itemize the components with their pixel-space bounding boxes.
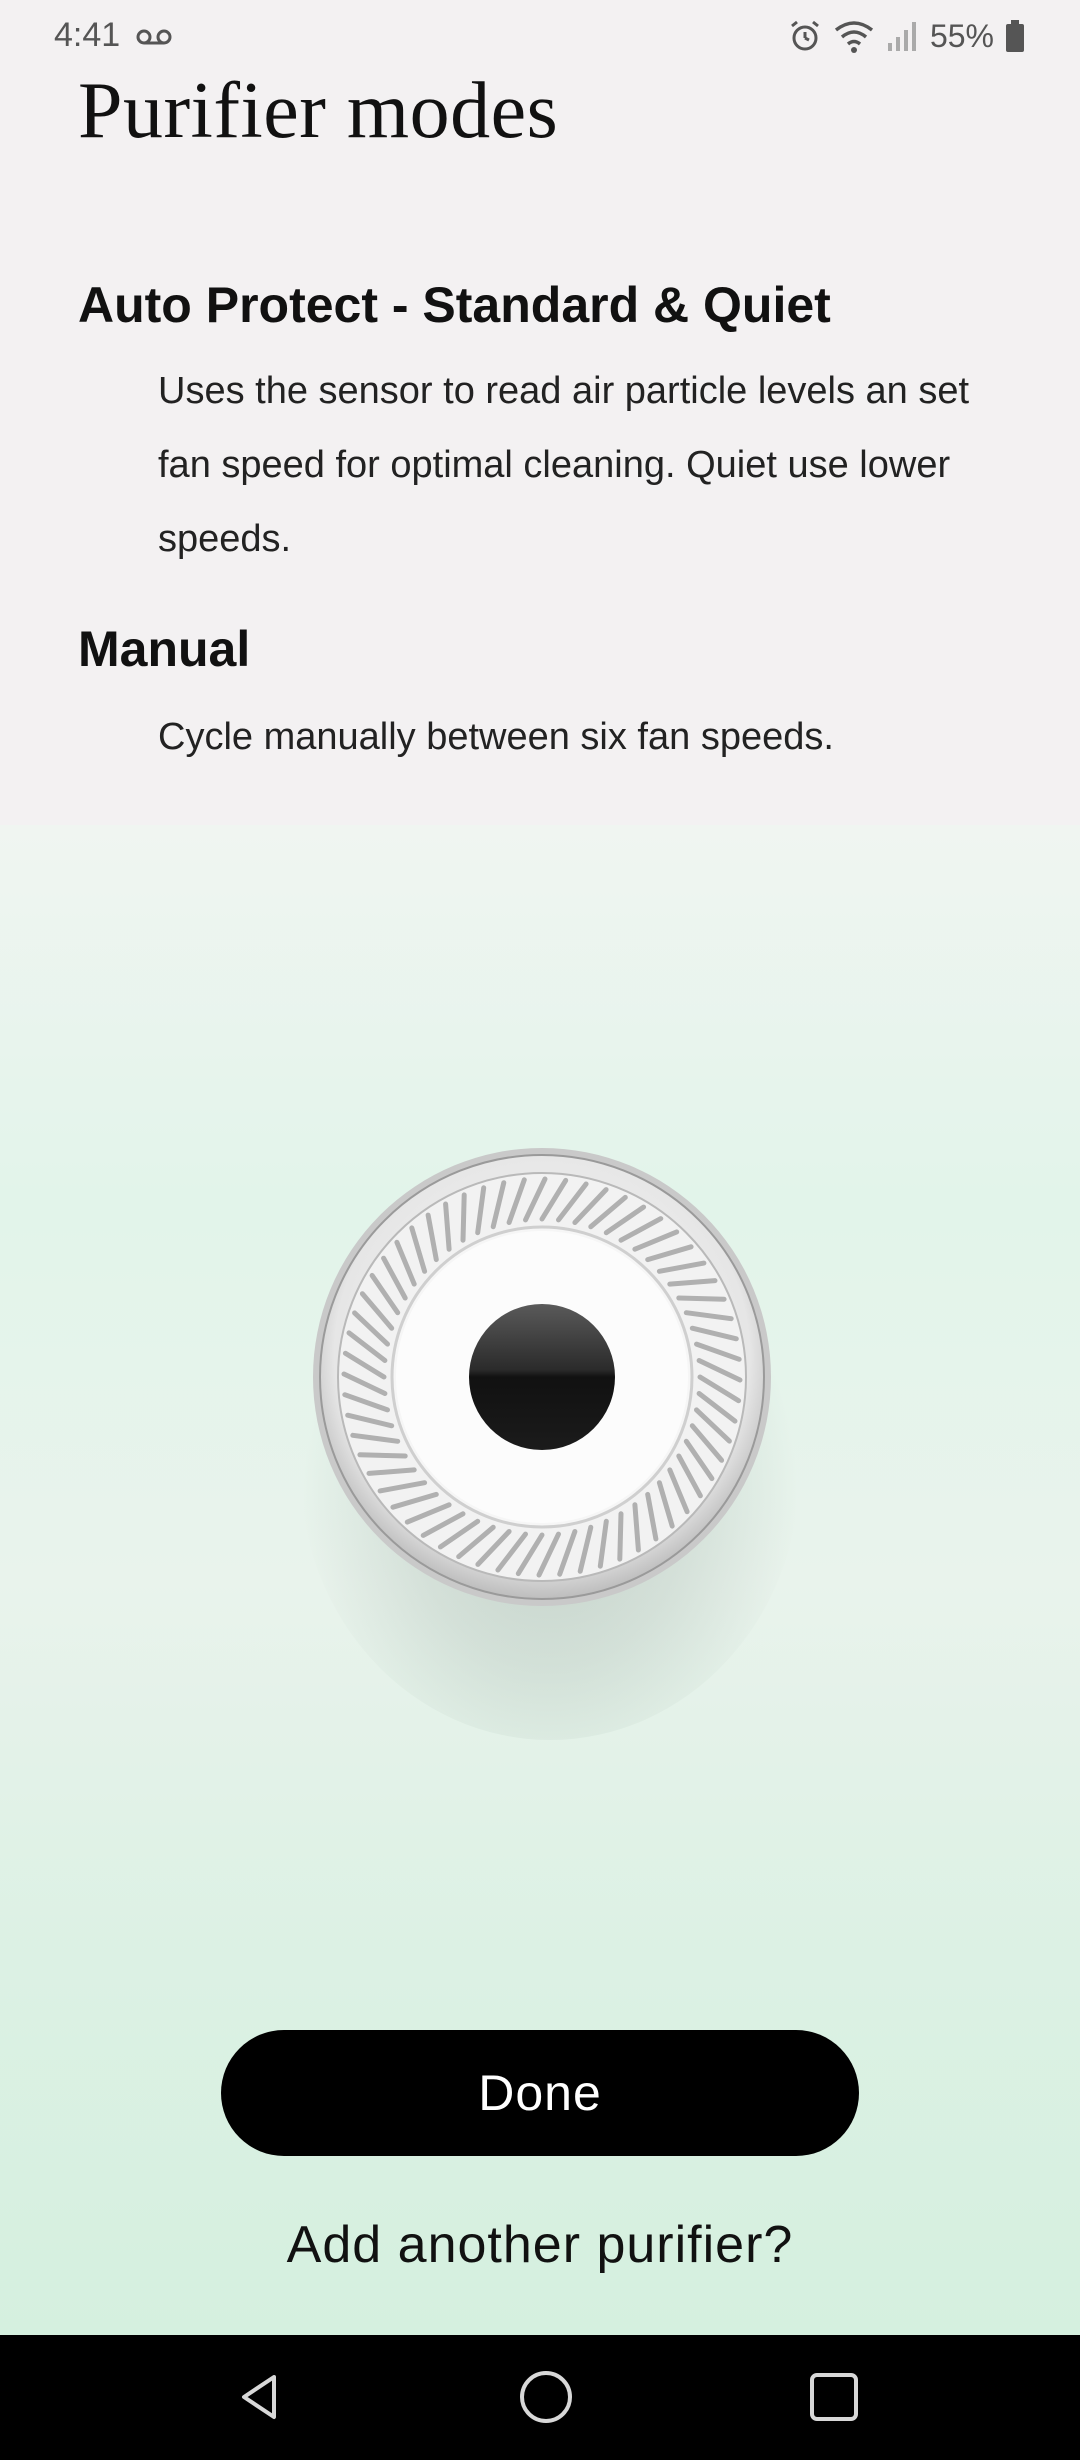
- status-bar: 4:41 55%: [0, 0, 1080, 72]
- vent-slat: [357, 1452, 408, 1459]
- vent-slat: [366, 1467, 417, 1476]
- vent-slat: [460, 1192, 467, 1243]
- recents-button[interactable]: [792, 2355, 876, 2439]
- purifier-illustration: [313, 1148, 771, 1606]
- vent-slat: [443, 1201, 452, 1252]
- add-another-purifier-link[interactable]: Add another purifier?: [0, 2215, 1080, 2275]
- done-button[interactable]: Done: [221, 2030, 859, 2156]
- back-icon: [242, 2375, 276, 2419]
- alarm-icon: [791, 20, 819, 51]
- vent-slat: [617, 1511, 624, 1562]
- mode-heading-manual: Manual: [78, 621, 251, 677]
- page-title: Purifier modes: [78, 67, 559, 155]
- mode-description-auto-protect: Uses the sensor to read air particle lev…: [158, 370, 970, 560]
- vent-slat: [667, 1278, 718, 1287]
- navigation-bar: [0, 2335, 1080, 2460]
- recents-icon: [810, 2373, 858, 2421]
- mode-description-manual: Cycle manually between six fan speeds.: [158, 716, 834, 758]
- top-sheet: Purifier modes Auto Protect - Standard &…: [0, 0, 1080, 825]
- status-icons: 55%: [788, 14, 1026, 58]
- signal-icon: [887, 22, 916, 51]
- home-icon: [520, 2371, 572, 2423]
- battery-percent: 55%: [929, 17, 994, 54]
- battery-icon: [1006, 20, 1024, 52]
- home-button[interactable]: [504, 2355, 588, 2439]
- back-button[interactable]: [218, 2355, 302, 2439]
- vent-slat: [632, 1502, 641, 1553]
- vent-slat: [676, 1295, 727, 1302]
- status-time: 4:41: [54, 16, 121, 54]
- voicemail-icon: [136, 29, 172, 45]
- mode-heading-auto-protect: Auto Protect - Standard & Quiet: [78, 277, 831, 333]
- wifi-icon: [834, 21, 874, 53]
